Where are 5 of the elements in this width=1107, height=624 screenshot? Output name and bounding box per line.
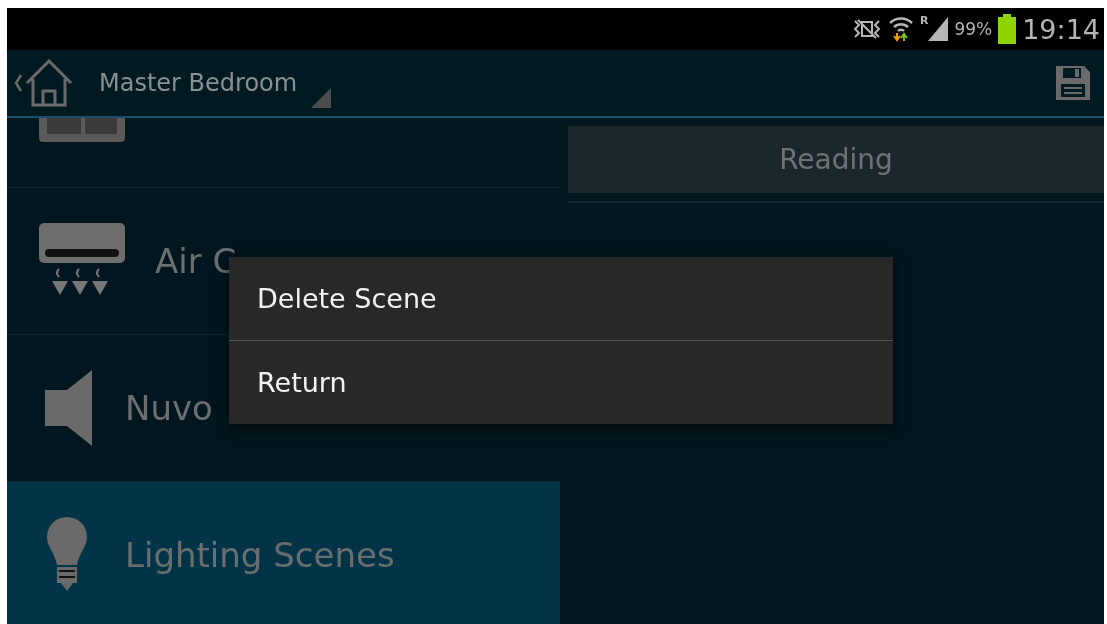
roaming-indicator: R: [919, 14, 929, 27]
battery-percent: 99%: [954, 19, 993, 39]
category-label: Nuvo: [125, 388, 213, 428]
category-label: Lighting Scenes: [125, 535, 395, 575]
clock-time: 19:14: [1022, 13, 1100, 45]
